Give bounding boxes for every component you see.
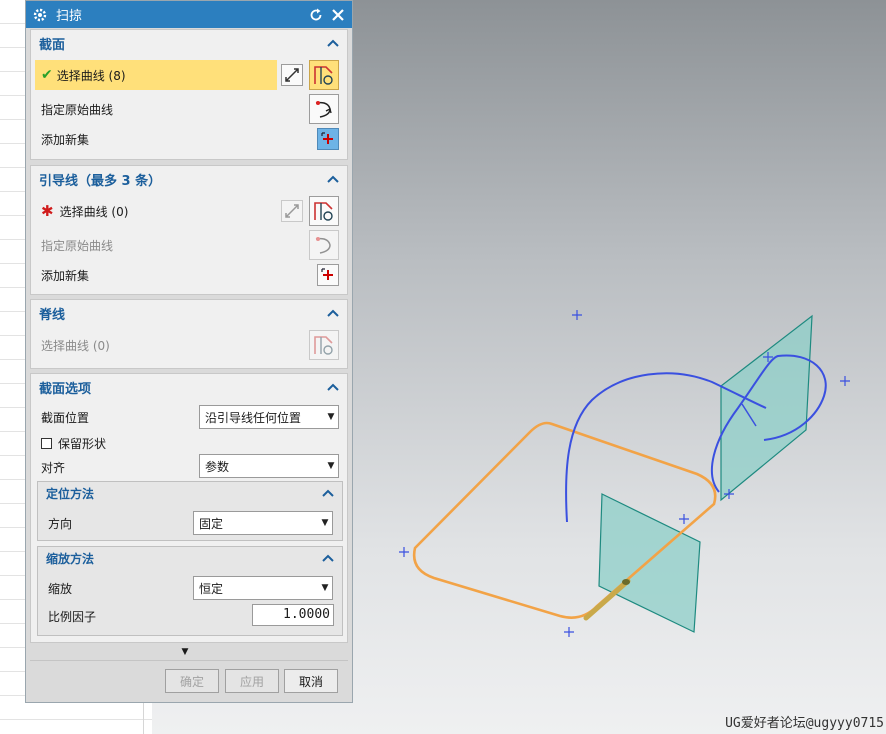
section-position-label: 截面位置 bbox=[41, 410, 90, 425]
collapse-chevron-icon[interactable] bbox=[327, 382, 339, 392]
add-new-set-button[interactable] bbox=[317, 128, 339, 150]
curve-rule-icon bbox=[314, 202, 333, 221]
align-value: 参数 bbox=[205, 459, 230, 474]
ok-button[interactable]: 确定 bbox=[165, 669, 219, 693]
curve-rule-icon bbox=[314, 66, 333, 85]
guides-add-new-set-label: 添加新集 bbox=[41, 268, 90, 283]
section-specify-origin-row[interactable]: 指定原始曲线 bbox=[35, 94, 343, 124]
section-position-value: 沿引导线任何位置 bbox=[205, 410, 302, 425]
sweep-dialog: 扫掠 截面 ✔ 选择曲线 (8) 指定原始曲线 添加新集 引导线（最多 3 条）… bbox=[25, 0, 353, 703]
spine-select-curve-row: 选择曲线 (0) bbox=[35, 330, 343, 360]
collapse-chevron-icon[interactable] bbox=[327, 308, 339, 318]
scale-factor-input[interactable]: 1.0000 bbox=[252, 604, 334, 626]
apply-button[interactable]: 应用 bbox=[225, 669, 279, 693]
align-label: 对齐 bbox=[41, 460, 66, 475]
orientation-header[interactable]: 定位方法 bbox=[38, 482, 342, 504]
point-marker bbox=[679, 514, 689, 524]
dialog-titlebar[interactable]: 扫掠 bbox=[26, 1, 352, 28]
reverse-direction-button[interactable] bbox=[281, 64, 303, 86]
section-group-header[interactable]: 截面 bbox=[31, 30, 347, 56]
keep-shape-label: 保留形状 bbox=[58, 436, 107, 451]
section-add-new-set-label: 添加新集 bbox=[41, 132, 90, 147]
required-asterisk-icon: ✱ bbox=[41, 202, 54, 220]
orientation-subgroup: 定位方法 方向 固定 ▼ bbox=[37, 481, 343, 541]
reverse-direction-icon bbox=[285, 204, 299, 218]
origin-curve-icon bbox=[315, 237, 331, 254]
section-plane-1 bbox=[720, 314, 813, 502]
guides-specify-origin-label: 指定原始曲线 bbox=[41, 238, 114, 253]
footer-divider bbox=[30, 660, 348, 661]
dropdown-arrow-icon: ▼ bbox=[321, 518, 329, 528]
reset-icon[interactable] bbox=[308, 7, 324, 23]
spine-group-title: 脊线 bbox=[39, 307, 66, 323]
point-marker bbox=[572, 310, 582, 320]
scale-value: 恒定 bbox=[199, 581, 224, 596]
dropdown-arrow-icon: ▼ bbox=[321, 583, 329, 593]
section-group-title: 截面 bbox=[39, 37, 66, 53]
origin-curve-icon bbox=[315, 101, 332, 118]
guides-group: 引导线（最多 3 条） ✱ 选择曲线 (0) 指定原始曲线 添加新集 bbox=[30, 165, 348, 295]
section-group: 截面 ✔ 选择曲线 (8) 指定原始曲线 添加新集 bbox=[30, 29, 348, 160]
gear-icon[interactable] bbox=[32, 7, 48, 23]
guides-add-new-set-row[interactable]: 添加新集 bbox=[35, 260, 343, 290]
scaling-header[interactable]: 缩放方法 bbox=[38, 547, 342, 569]
dropdown-arrow-icon: ▼ bbox=[327, 412, 335, 422]
guides-select-curve-label: 选择曲线 (0) bbox=[59, 204, 129, 219]
align-select[interactable]: 参数 ▼ bbox=[199, 454, 339, 478]
section-add-new-set-row[interactable]: 添加新集 bbox=[35, 124, 343, 154]
collapse-chevron-icon[interactable] bbox=[322, 553, 334, 563]
section-plane-2 bbox=[598, 493, 701, 633]
section-select-curve-label: 选择曲线 (8) bbox=[56, 68, 126, 83]
dialog-title: 扫掠 bbox=[56, 9, 83, 24]
section-select-curve-row[interactable]: ✔ 选择曲线 (8) bbox=[35, 60, 277, 90]
collapse-chevron-icon[interactable] bbox=[327, 174, 339, 184]
section-options-title: 截面选项 bbox=[39, 381, 92, 397]
section-options-header[interactable]: 截面选项 bbox=[31, 374, 347, 400]
scaling-title: 缩放方法 bbox=[46, 551, 95, 566]
checkmark-icon: ✔ bbox=[41, 67, 53, 83]
specify-origin-curve-button[interactable] bbox=[309, 94, 339, 124]
more-options-toggle[interactable]: ▼ bbox=[26, 647, 344, 657]
spine-select-curve-label: 选择曲线 (0) bbox=[41, 338, 110, 353]
orientation-title: 定位方法 bbox=[46, 486, 95, 501]
spine-handle-cap bbox=[622, 579, 630, 585]
watermark: UG爱好者论坛@ugyyy0715 bbox=[725, 716, 884, 731]
scale-label: 缩放 bbox=[48, 581, 73, 596]
point-marker bbox=[399, 547, 409, 557]
guides-group-header[interactable]: 引导线（最多 3 条） bbox=[31, 166, 347, 192]
guides-specify-origin-row: 指定原始曲线 bbox=[35, 230, 343, 260]
guides-group-title: 引导线（最多 3 条） bbox=[39, 173, 162, 189]
guides-add-new-set-button[interactable] bbox=[317, 264, 339, 286]
cancel-button[interactable]: 取消 bbox=[284, 669, 338, 693]
collapse-chevron-icon[interactable] bbox=[327, 38, 339, 48]
scaling-subgroup: 缩放方法 缩放 恒定 ▼ 比例因子 1.0000 bbox=[37, 546, 343, 636]
factor-label: 比例因子 bbox=[48, 609, 97, 624]
add-set-icon bbox=[321, 268, 333, 280]
keep-shape-checkbox[interactable] bbox=[41, 437, 52, 449]
spine-group: 脊线 选择曲线 (0) bbox=[30, 299, 348, 369]
dropdown-arrow-icon: ▼ bbox=[327, 461, 335, 471]
scale-select[interactable]: 恒定 ▼ bbox=[193, 576, 333, 600]
guides-reverse-direction-button[interactable] bbox=[281, 200, 303, 222]
curve-rule-icon bbox=[314, 336, 333, 355]
close-icon[interactable] bbox=[330, 7, 346, 23]
direction-value: 固定 bbox=[199, 516, 224, 531]
point-marker bbox=[840, 376, 850, 386]
section-position-select[interactable]: 沿引导线任何位置 ▼ bbox=[199, 405, 339, 429]
expand-down-icon: ▼ bbox=[181, 647, 189, 657]
section-options-group: 截面选项 截面位置 沿引导线任何位置 ▼ 保留形状 对齐 参数 ▼ 定位方法 方… bbox=[30, 373, 348, 643]
spine-group-header[interactable]: 脊线 bbox=[31, 300, 347, 326]
direction-label: 方向 bbox=[48, 516, 73, 531]
guides-specify-origin-button bbox=[309, 230, 339, 260]
direction-select[interactable]: 固定 ▼ bbox=[193, 511, 333, 535]
spine-curve-rule-button bbox=[309, 330, 339, 360]
collapse-chevron-icon[interactable] bbox=[322, 488, 334, 498]
curve-rule-button[interactable] bbox=[309, 60, 339, 90]
point-marker bbox=[564, 627, 574, 637]
section-specify-origin-label: 指定原始曲线 bbox=[41, 102, 114, 117]
guides-curve-rule-button[interactable] bbox=[309, 196, 339, 226]
add-set-icon bbox=[321, 132, 333, 144]
reverse-direction-icon bbox=[285, 68, 299, 82]
